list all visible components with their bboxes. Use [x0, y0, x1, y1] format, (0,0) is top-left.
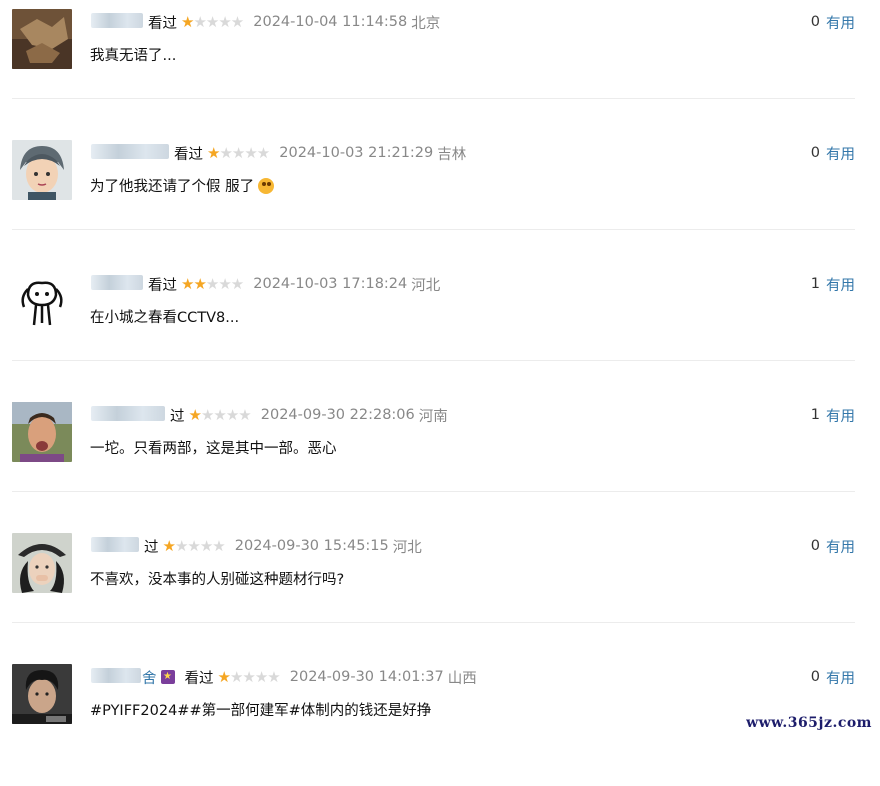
blurred-username — [91, 536, 139, 552]
useful-button[interactable]: 有用 — [826, 667, 855, 688]
comment-meta: 看过 ★★★★★ 2024-10-04 11:14:58 北京 — [90, 11, 440, 33]
comment-location: 北京 — [411, 15, 441, 32]
comment-text: 为了他我还请了个假 服了 — [90, 175, 275, 196]
comment-text: 我真无语了... — [90, 48, 177, 64]
avatar[interactable] — [12, 140, 72, 200]
vote-area: 0 有用 — [811, 666, 855, 688]
username[interactable] — [90, 405, 166, 425]
comment-text: 在小城之春看CCTV8... — [90, 310, 240, 326]
star-empty-icon: ★★★ — [205, 275, 244, 293]
vote-count: 1 — [810, 276, 820, 292]
comment-location: 吉林 — [437, 146, 467, 163]
avatar[interactable] — [12, 402, 72, 462]
comment-text: 一坨。只看两部，这是其中一部。恶心 — [90, 441, 337, 457]
useful-button[interactable]: 有用 — [826, 405, 855, 426]
watermark: www.365jz.com — [746, 715, 872, 731]
vote-count: 0 — [810, 145, 820, 161]
useful-button[interactable]: 有用 — [826, 536, 855, 557]
star-empty-icon: ★★★★ — [174, 537, 226, 555]
avatar[interactable] — [12, 271, 72, 331]
rating-stars: ★★★★★ — [188, 406, 252, 424]
comment-list: 看过 ★★★★★ 2024-10-04 11:14:58 北京 0 有用 我真无… — [0, 0, 880, 786]
star-empty-icon: ★★★★ — [229, 668, 281, 686]
comment-meta: 舍 ★ 看过 ★★★★★ 2024-09-30 14:01:37 山西 — [90, 666, 477, 688]
vote-count: 0 — [810, 538, 820, 554]
star-icon: ★ — [188, 406, 202, 424]
comment-meta: 看过 ★★★★★ 2024-10-03 17:18:24 河北 — [90, 273, 440, 295]
comment-time: 2024-10-03 17:18:24 — [253, 276, 408, 292]
comment-item: 过 ★★★★★ 2024-09-30 22:28:06 河南 1 有用 一坨。只… — [0, 393, 880, 524]
useful-button[interactable]: 有用 — [826, 143, 855, 164]
comment-location: 河南 — [418, 408, 448, 425]
star-icon: ★ — [217, 668, 231, 686]
blurred-username — [91, 405, 165, 421]
comment-meta: 看过 ★★★★★ 2024-10-03 21:21:29 吉林 — [90, 142, 466, 164]
username[interactable] — [90, 274, 144, 294]
rating-stars: ★★★★★ — [181, 13, 244, 31]
vote-count: 1 — [810, 407, 820, 423]
comment-item: 过 ★★★★★ 2024-09-30 15:45:15 河北 0 有用 不喜欢，… — [0, 524, 880, 655]
comment-time: 2024-09-30 15:45:15 — [234, 538, 389, 554]
username[interactable] — [90, 536, 140, 556]
comment-time: 2024-10-04 11:14:58 — [253, 14, 408, 30]
watch-status: 过 — [144, 539, 159, 556]
comment-time: 2024-09-30 14:01:37 — [289, 669, 444, 685]
comment-item: 看过 ★★★★★ 2024-10-03 21:21:29 吉林 0 有用 为了他… — [0, 131, 880, 262]
star-icon: ★ — [181, 13, 194, 31]
watch-status: 过 — [170, 408, 185, 425]
blurred-username — [91, 143, 169, 159]
star-empty-icon: ★★★★ — [219, 144, 270, 162]
blurred-username — [91, 12, 143, 28]
star-empty-icon: ★★★★ — [193, 13, 244, 31]
blurred-username — [91, 274, 143, 290]
watch-status: 看过 — [174, 146, 203, 163]
vote-area: 0 有用 — [811, 535, 855, 557]
vote-area: 1 有用 — [811, 273, 855, 295]
watch-status: 看过 — [184, 670, 214, 687]
username[interactable] — [90, 143, 170, 163]
username[interactable] — [90, 12, 144, 32]
avatar[interactable] — [12, 9, 72, 69]
rating-stars: ★★★★★ — [207, 144, 270, 162]
vote-area: 0 有用 — [811, 11, 855, 33]
useful-button[interactable]: 有用 — [826, 274, 855, 295]
username-text: 舍 — [142, 670, 157, 687]
comment-location: 河北 — [392, 539, 422, 556]
watch-status: 看过 — [148, 15, 177, 32]
comment-text: #PYIFF2024##第一部何建军#体制内的钱还是好挣 — [90, 703, 432, 719]
comment-text: 不喜欢，没本事的人别碰这种题材行吗? — [90, 572, 345, 588]
blurred-username — [91, 667, 141, 683]
comment-time: 2024-09-30 22:28:06 — [260, 407, 415, 423]
comment-location: 山西 — [447, 670, 477, 687]
vote-count: 0 — [810, 14, 820, 30]
watch-status: 看过 — [148, 277, 177, 294]
vote-area: 1 有用 — [811, 404, 855, 426]
comment-location: 河北 — [411, 277, 441, 294]
rating-stars: ★★★★★ — [181, 275, 244, 293]
rating-stars: ★★★★★ — [217, 668, 281, 686]
comment-body: 为了他我还请了个假 服了 — [90, 179, 255, 195]
comment-time: 2024-10-03 21:21:29 — [279, 145, 434, 161]
avatar[interactable] — [12, 664, 72, 724]
comment-item: 看过 ★★★★★ 2024-10-04 11:14:58 北京 0 有用 我真无… — [0, 0, 880, 131]
shocked-face-emoji-icon — [258, 178, 275, 194]
useful-button[interactable]: 有用 — [826, 12, 855, 33]
avatar[interactable] — [12, 533, 72, 593]
rating-stars: ★★★★★ — [162, 537, 226, 555]
member-badge-icon: ★ — [160, 670, 175, 684]
comment-meta: 过 ★★★★★ 2024-09-30 22:28:06 河南 — [90, 404, 448, 426]
star-empty-icon: ★★★★ — [200, 406, 252, 424]
star-icon: ★ — [207, 144, 220, 162]
star-icon: ★★ — [181, 275, 207, 293]
vote-area: 0 有用 — [811, 142, 855, 164]
comment-item: 看过 ★★★★★ 2024-10-03 17:18:24 河北 1 有用 在小城… — [0, 262, 880, 393]
comment-meta: 过 ★★★★★ 2024-09-30 15:45:15 河北 — [90, 535, 422, 557]
vote-count: 0 — [810, 669, 820, 685]
star-icon: ★ — [162, 537, 176, 555]
username[interactable]: 舍 — [90, 667, 157, 688]
